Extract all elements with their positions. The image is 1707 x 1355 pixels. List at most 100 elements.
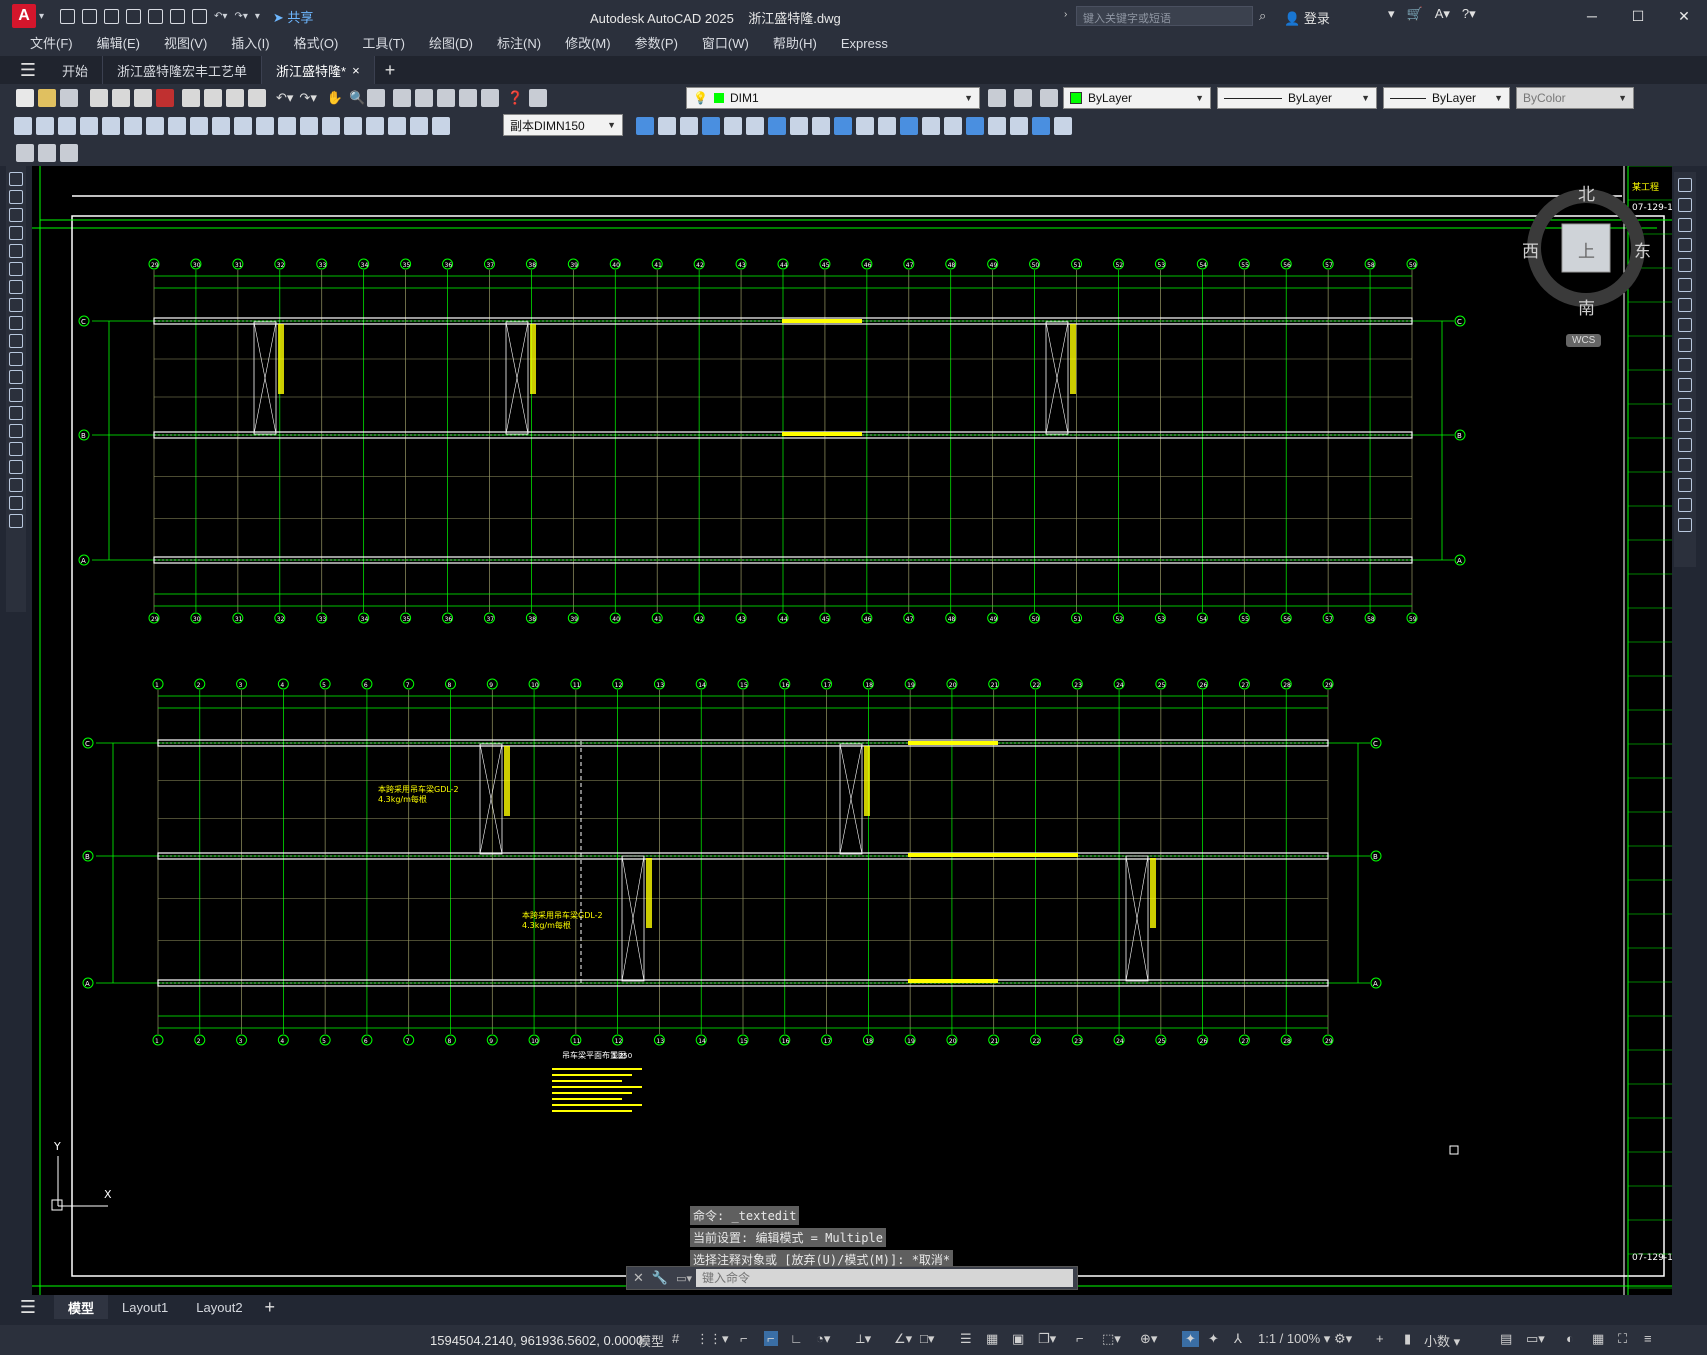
new-tab-icon[interactable]: + [385,60,396,81]
layer-previous-icon[interactable] [1014,89,1032,107]
menu-item[interactable]: 文件(F) [18,32,85,56]
modify-tool-icon[interactable] [1678,358,1692,372]
isodraft-icon[interactable]: ⟂▾ [856,1331,871,1347]
hardware-acceleration-icon[interactable]: ▦ [1592,1331,1604,1347]
modify-tool-icon[interactable] [856,116,874,135]
open-file-icon[interactable] [82,8,98,24]
coordinate-readout[interactable]: 1594504.2140, 961936.5602, 0.0000 [430,1333,643,1348]
modify-tool-icon[interactable] [1678,518,1692,532]
new-icon[interactable] [16,89,34,107]
ortho-icon[interactable]: ∟ [790,1331,803,1346]
color-combo[interactable]: ByLayer ▼ [1063,87,1211,109]
draw-tool-icon[interactable] [9,388,23,402]
dynamic-input-icon[interactable]: ⌐ [764,1331,778,1346]
draw-tool-icon[interactable] [9,334,23,348]
zoom-realtime-icon[interactable]: 🔍 [349,90,365,106]
preview-icon[interactable] [112,89,130,107]
doc-tab[interactable]: 浙江盛特隆宏丰工艺单 [103,56,263,84]
paste-icon[interactable] [226,89,244,107]
modify-tool-icon[interactable] [1678,178,1692,192]
layer-properties-icon[interactable] [529,89,548,107]
edit-block-icon[interactable] [38,143,56,162]
layer-state-icon[interactable] [1040,89,1058,107]
export-pdf-icon[interactable] [156,89,174,107]
doc-tab[interactable]: 开始 [48,56,104,84]
draw-tool-icon[interactable] [9,244,23,258]
dimension-tool-icon[interactable] [256,116,274,135]
draw-tool-icon[interactable] [9,172,23,186]
dimension-tool-icon[interactable] [366,116,384,135]
snap-icon[interactable]: ⋮⋮▾ [696,1331,729,1347]
dimstyle-combo[interactable]: 副本DIMN150 ▼ [503,114,623,136]
print-icon[interactable] [90,89,108,107]
menu-item[interactable]: 编辑(E) [85,32,152,56]
modify-tool-icon[interactable] [680,116,698,135]
modify-tool-icon[interactable] [900,116,918,135]
dimension-tool-icon[interactable] [168,116,186,135]
new-file-icon[interactable] [60,8,76,24]
viewcube-top-face[interactable]: 上 [1578,237,1595,262]
viewcube[interactable]: 北 南 东 西 上 WCS [1490,176,1660,347]
object-snap-icon[interactable]: □▾ [920,1331,934,1347]
draw-tool-icon[interactable] [9,208,23,222]
app-menu-chevron-icon[interactable]: ▾ [39,11,44,22]
draw-tool-icon[interactable] [9,190,23,204]
open-icon[interactable] [38,89,56,107]
wcs-button[interactable]: WCS [1566,334,1602,347]
menu-item[interactable]: 绘图(D) [417,32,485,56]
dimension-tool-icon[interactable] [212,116,230,135]
edit-text-icon[interactable] [16,143,34,162]
annotation-scale-icon[interactable]: ⅄ [1234,1331,1242,1347]
dimension-tool-icon[interactable] [344,116,362,135]
draw-tool-icon[interactable] [9,226,23,240]
annotation-monitor-icon[interactable]: + [1376,1331,1384,1346]
markup-icon[interactable] [481,89,500,107]
search-input[interactable]: 键入关键字或短语 [1076,6,1253,26]
dimension-tool-icon[interactable] [190,116,208,135]
linetype-combo[interactable]: ByLayer ▼ [1217,87,1377,109]
draw-tool-icon[interactable] [9,424,23,438]
close-command-icon[interactable]: ✕ [633,1270,644,1286]
draw-tool-icon[interactable] [9,316,23,330]
dimension-tool-icon[interactable] [58,116,76,135]
help-icon[interactable]: ?▾ [1462,6,1476,22]
draw-tool-icon[interactable] [9,496,23,510]
modify-tool-icon[interactable] [1678,278,1692,292]
modify-tool-icon[interactable] [878,116,896,135]
layout-tab[interactable]: Layout2 [182,1295,256,1319]
tool-palette-icon[interactable] [437,89,456,107]
gizmo-icon[interactable]: ⊕▾ [1140,1331,1157,1347]
modify-tool-icon[interactable] [922,116,940,135]
dimension-tool-icon[interactable] [80,116,98,135]
menu-item[interactable]: 窗口(W) [690,32,761,56]
drawing-canvas[interactable]: 某工程 07-129-1 07-129-1 29 29 30 30 31 31 32 32 33 33 3… [32,166,1672,1295]
quick-properties-icon[interactable]: ▤ [1500,1331,1512,1347]
dimension-tool-icon[interactable] [234,116,252,135]
add-layout-icon[interactable]: + [265,1297,276,1318]
redo-icon-2[interactable]: ↷▾ [299,90,316,106]
modify-tool-icon[interactable] [1678,218,1692,232]
save-as-icon[interactable] [126,8,142,24]
draw-tool-icon[interactable] [9,406,23,420]
modify-tool-icon[interactable] [1032,116,1050,135]
draw-tool-icon[interactable] [9,478,23,492]
draw-tool-icon[interactable] [9,280,23,294]
layout-tab[interactable]: Layout1 [108,1295,182,1319]
isolate-objects-icon[interactable]: ◐ [1566,1331,1574,1346]
recent-commands-icon[interactable]: ▭▾ [676,1272,692,1285]
selection-filter-icon[interactable]: ⬚▾ [1102,1331,1121,1347]
dimension-tool-icon[interactable] [410,116,428,135]
selection-cycling-icon[interactable]: ▣ [1012,1331,1024,1347]
customize-chevron-icon[interactable]: ▾ [255,11,260,22]
modify-tool-icon[interactable] [768,116,786,135]
modify-tool-icon[interactable] [702,116,720,135]
zoom-window-icon[interactable] [367,89,386,107]
copy-icon[interactable] [204,89,222,107]
menu-hamburger-icon[interactable]: ☰ [14,56,42,84]
dimension-tool-icon[interactable] [124,116,142,135]
clean-screen-icon[interactable]: ⛶ [1618,1331,1627,1347]
modify-tool-icon[interactable] [636,116,654,135]
modify-tool-icon[interactable] [1678,298,1692,312]
menu-item[interactable]: 视图(V) [152,32,219,56]
minimize-button[interactable]: ─ [1569,0,1615,32]
